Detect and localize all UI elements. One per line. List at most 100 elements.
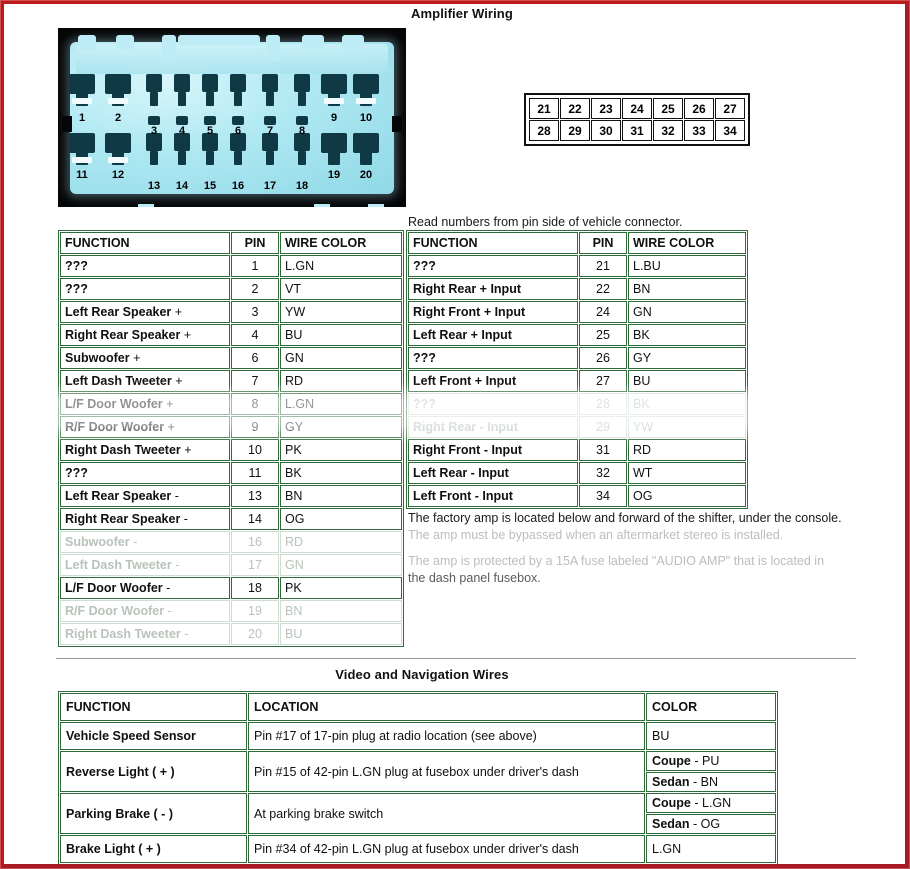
table-header-row: FUNCTION LOCATION COLOR [60,693,776,721]
cell-function: Left Front + Input [408,370,578,392]
cell-wire-color: BU [280,324,402,346]
connector-pin-number-15: 15 [203,180,217,192]
table-row: Right Rear Speaker +4 BU [60,324,402,346]
cell-function: Right Dash Tweeter - [60,623,230,645]
cell-pin: 16 [231,531,279,553]
connector-pin-stem [328,151,340,165]
table-row: Left Rear + Input 25 BK [408,324,746,346]
cell-pin: 9 [231,416,279,438]
cell-function: Left Dash Tweeter - [60,554,230,576]
pin-grid-cell-34: 34 [715,120,745,141]
connector-pin-slot [69,133,95,153]
amp-note-line-1: The factory amp is located below and for… [408,511,842,525]
video-navigation-table: FUNCTION LOCATION COLOR Vehicle Speed Senso… [58,691,778,865]
table-row: ??? 28 BK [408,393,746,415]
cell-function: Left Rear + Input [408,324,578,346]
cell-wire-color: L.GN [280,393,402,415]
connector-pin-contact [72,98,92,104]
pin-grid-row: 28 29 30 31 32 33 34 [529,120,745,141]
table-row: ??? 2 VT [60,278,402,300]
connector-pin-number-5: 5 [206,125,214,137]
cell-function: ??? [408,255,578,277]
amp-fuse-line-1: The amp is protected by a 15A fuse label… [408,554,825,568]
connector-pin-slot [294,74,310,92]
table-row: Left Dash Tweeter -17 GN [60,554,402,576]
amp-location-note: The factory amp is located below and for… [408,510,878,544]
table-row: Right Front + Input 24 GN [408,301,746,323]
cell-wire-color: BK [628,393,746,415]
connector-pin-contact [324,98,344,104]
cell-wire-color: PK [280,577,402,599]
pin-grid-cell-28: 28 [529,120,559,141]
cell-function: Left Rear Speaker + [60,301,230,323]
read-numbers-note: Read numbers from pin side of vehicle co… [408,215,683,229]
cell-function: L/F Door Woofer - [60,577,230,599]
column-header-color: COLOR [646,693,776,721]
table-row: Right Dash Tweeter -20 BU [60,623,402,645]
pin-grid-21-34: 21 22 23 24 25 26 27 28 29 30 31 32 33 34 [524,93,750,146]
connector-tabs [70,35,394,61]
cell-pin: 31 [579,439,627,461]
connector-pin-marker [296,116,308,125]
cell-wire-color: RD [280,531,402,553]
cell-wire-color: OG [628,485,746,507]
cell-function: Left Rear - Input [408,462,578,484]
table-row: Left Rear Speaker -13 BN [60,485,402,507]
cell-function: Parking Brake ( - ) [60,793,247,834]
connector-pin-slot [202,74,218,92]
cell-wire-color: PK [280,439,402,461]
cell-function: R/F Door Woofer + [60,416,230,438]
connector-pin-number-3: 3 [150,125,158,137]
connector-pin-slot [105,133,131,153]
cell-location: Pin #17 of 17-pin plug at radio location… [248,722,645,750]
cell-pin: 29 [579,416,627,438]
connector-pin-number-16: 16 [231,180,245,192]
connector-pin-marker [148,116,160,125]
amp-fuse-note: The amp is protected by a 15A fuse label… [408,553,878,587]
column-header-wire-color: WIRE COLOR [280,232,402,254]
connector-pin-slot [262,74,278,92]
pin-grid-row: 21 22 23 24 25 26 27 [529,98,745,119]
connector-pin-number-1: 1 [78,112,86,124]
connector-pin-number-2: 2 [114,112,122,124]
pin-grid-cell-21: 21 [529,98,559,119]
cell-wire-color: BN [280,600,402,622]
pin-grid-cell-26: 26 [684,98,714,119]
cell-wire-color: GN [280,554,402,576]
connector-pin-slot [353,74,379,94]
table-header-row: FUNCTION PIN WIRE COLOR [60,232,402,254]
cell-wire-color: BK [280,462,402,484]
table-row: Right Rear Speaker -14 OG [60,508,402,530]
connector-pin-slot [146,74,162,92]
connector-pin-marker [264,116,276,125]
pin-grid-cell-25: 25 [653,98,683,119]
connector-pin-number-14: 14 [175,180,189,192]
section-divider [56,658,856,659]
connector-pin-number-19: 19 [327,169,341,181]
connector-pin-stem [298,92,306,106]
table-row: Left Rear - Input 32 WT [408,462,746,484]
connector-pin-number-20: 20 [359,169,373,181]
cell-pin: 28 [579,393,627,415]
table-row: Reverse Light ( + ) Pin #15 of 42-pin L.G… [60,751,776,792]
cell-function: Right Rear Speaker - [60,508,230,530]
amp-left-table: FUNCTION PIN WIRE COLOR??? 1 L.GN??? 2 VT Left … [58,230,404,647]
connector-pin-stem [234,151,242,165]
column-header-location: LOCATION [248,693,645,721]
cell-wire-color: L.BU [628,255,746,277]
cell-wire-color: YW [280,301,402,323]
cell-wire-color: GY [628,347,746,369]
connector-pin-number-18: 18 [295,180,309,192]
pin-grid-cell-24: 24 [622,98,652,119]
cell-pin: 22 [579,278,627,300]
connector-pin-number-8: 8 [298,125,306,137]
cell-pin: 26 [579,347,627,369]
table-row: L/F Door Woofer -18 PK [60,577,402,599]
pin-grid-cell-29: 29 [560,120,590,141]
connector-pin-stem [266,92,274,106]
table-row: Right Dash Tweeter +10 PK [60,439,402,461]
column-header-wire-color: WIRE COLOR [628,232,746,254]
cell-function: Right Dash Tweeter + [60,439,230,461]
table-row: R/F Door Woofer +9 GY [60,416,402,438]
connector-pin-contact [108,98,128,104]
